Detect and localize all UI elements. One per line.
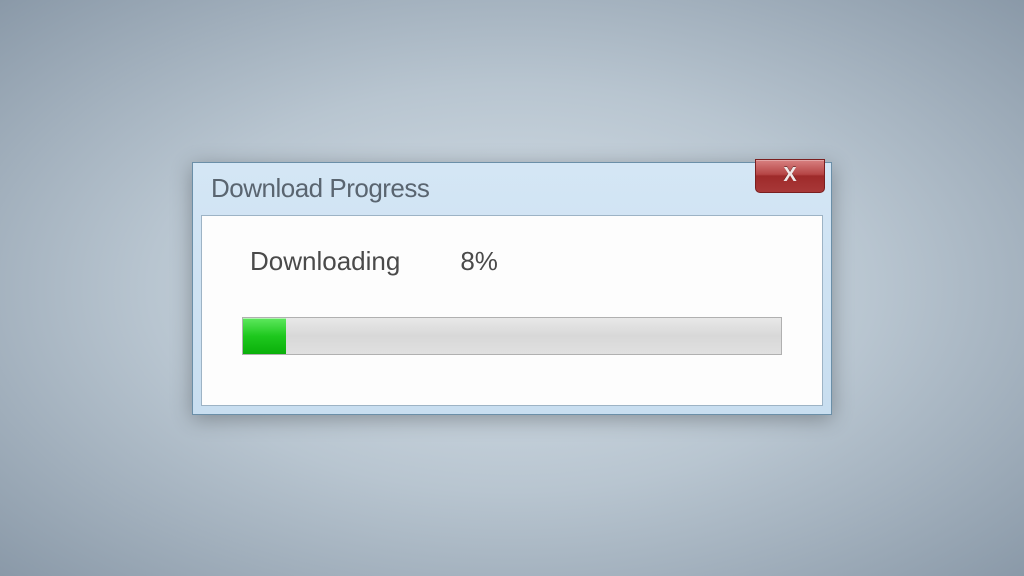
titlebar[interactable]: Download Progress X	[193, 163, 831, 215]
status-label: Downloading	[250, 246, 400, 277]
status-row: Downloading 8%	[242, 246, 782, 277]
download-progress-dialog: Download Progress X Downloading 8%	[192, 162, 832, 415]
dialog-content: Downloading 8%	[201, 215, 823, 406]
close-button[interactable]: X	[755, 159, 825, 193]
close-icon: X	[783, 164, 796, 187]
progress-fill	[243, 318, 286, 354]
dialog-title: Download Progress	[211, 173, 429, 204]
status-percent: 8%	[460, 246, 498, 277]
progress-bar	[242, 317, 782, 355]
